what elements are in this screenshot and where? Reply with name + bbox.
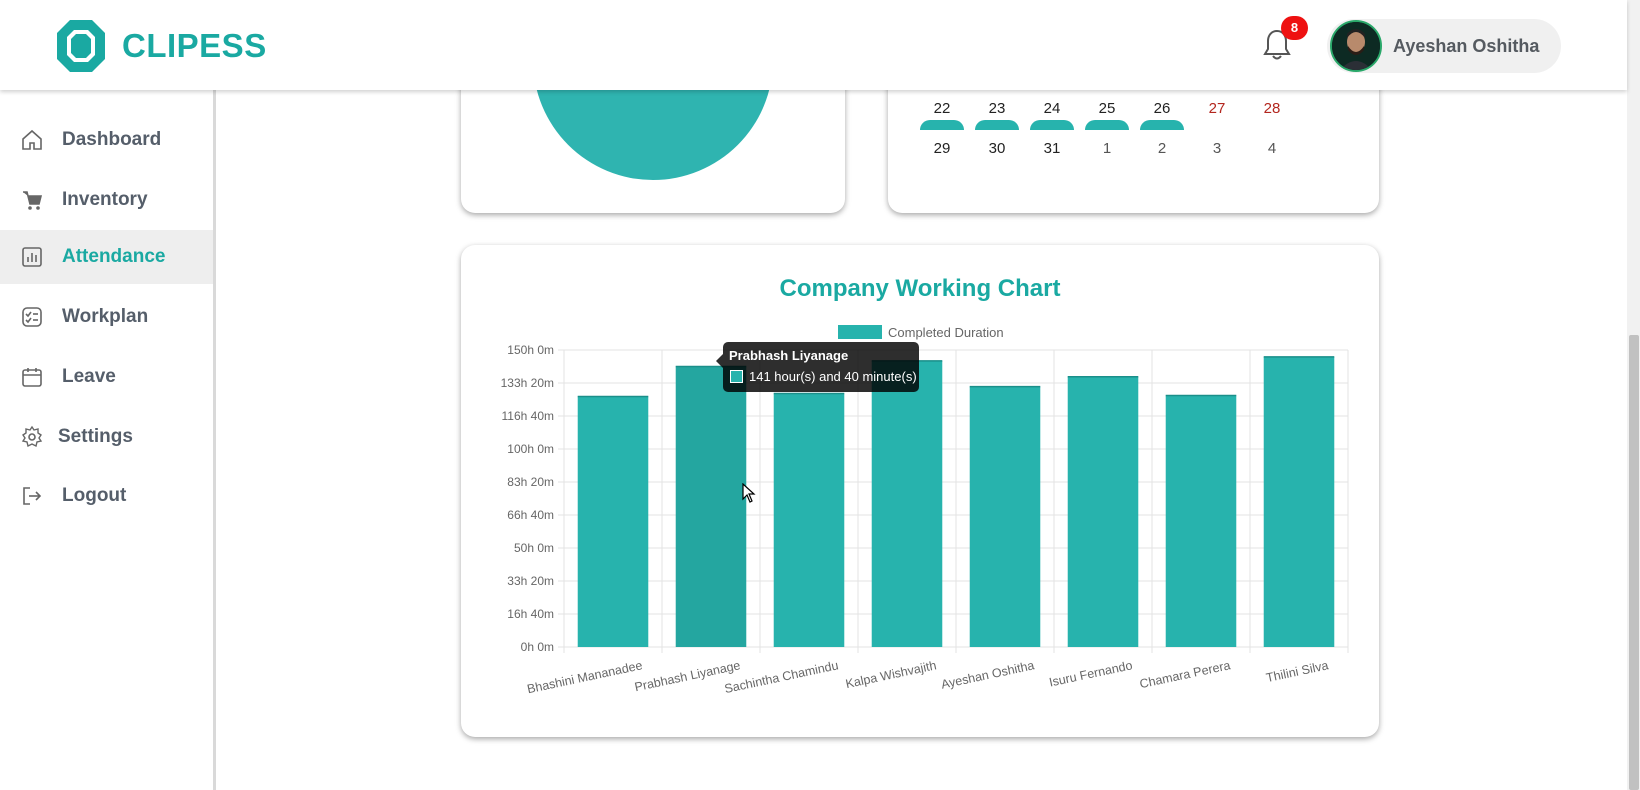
y-tick-label: 133h 20m xyxy=(501,376,554,390)
sidebar-item-inventory[interactable]: Inventory xyxy=(0,173,213,227)
bar[interactable] xyxy=(1263,356,1335,647)
bar-chart: 0h 0m 16h 40m 33h 20m 50h 0m 66h 40m 83h 20m 1… xyxy=(501,343,1349,696)
y-tick-label: 66h 40m xyxy=(507,508,554,522)
calendar-icon xyxy=(22,368,42,387)
calendar-day[interactable]: 26 xyxy=(1137,100,1187,117)
avatar xyxy=(1330,20,1382,72)
attendance-marker xyxy=(920,120,964,130)
bar[interactable] xyxy=(871,360,943,647)
y-tick-label: 16h 40m xyxy=(507,607,554,621)
x-tick-label: Chamara Perera xyxy=(1138,658,1231,691)
bar[interactable] xyxy=(675,366,747,647)
calendar-day[interactable]: 1 xyxy=(1082,140,1132,157)
sidebar-item-dashboard[interactable]: Dashboard xyxy=(0,113,213,167)
scrollbar-thumb[interactable] xyxy=(1629,335,1639,790)
home-icon xyxy=(22,129,42,150)
logout-icon xyxy=(23,487,42,505)
sidebar-item-workplan[interactable]: Workplan xyxy=(0,290,213,344)
sidebar-item-leave[interactable]: Leave xyxy=(0,350,213,404)
y-tick-label: 50h 0m xyxy=(514,541,554,555)
y-tick-label: 33h 20m xyxy=(507,574,554,588)
bar[interactable] xyxy=(773,393,845,647)
checklist-icon xyxy=(22,307,42,327)
bar[interactable] xyxy=(1067,376,1139,647)
calendar-day[interactable]: 4 xyxy=(1247,140,1297,157)
x-tick-label: Thilini Silva xyxy=(1265,658,1330,685)
user-profile-button[interactable]: Ayeshan Oshitha xyxy=(1327,19,1561,73)
y-tick-label: 150h 0m xyxy=(507,343,554,357)
calendar-day[interactable]: 23 xyxy=(972,100,1022,117)
calendar-day[interactable]: 25 xyxy=(1082,100,1132,117)
calendar-day[interactable]: 2 xyxy=(1137,140,1187,157)
x-tick-label: Kalpa Wishvajith xyxy=(844,658,937,691)
calendar-day[interactable]: 28 xyxy=(1247,100,1297,117)
x-tick-label: Sachintha Chamindu xyxy=(723,658,839,696)
bar-chart-icon xyxy=(22,247,42,267)
y-tick-label: 0h 0m xyxy=(521,640,554,654)
logo-text[interactable]: CLIPESS xyxy=(122,27,267,65)
attendance-marker xyxy=(1030,120,1074,130)
tooltip-value: 141 hour(s) and 40 minute(s) xyxy=(749,369,917,384)
sidebar-item-label: Settings xyxy=(58,426,133,447)
calendar-day[interactable]: 30 xyxy=(972,140,1022,157)
calendar-day[interactable]: 29 xyxy=(917,140,967,157)
calendar-day[interactable]: 31 xyxy=(1027,140,1077,157)
calendar-day[interactable]: 22 xyxy=(917,100,967,117)
gear-icon xyxy=(21,425,43,448)
bar[interactable] xyxy=(1165,395,1237,647)
attendance-marker xyxy=(1085,120,1129,130)
sidebar-item-label: Dashboard xyxy=(62,129,162,150)
chart-tooltip: Prabhash Liyanage 141 hour(s) and 40 min… xyxy=(716,342,919,392)
sidebar-item-attendance[interactable]: Attendance xyxy=(0,230,213,284)
calendar-day[interactable]: 27 xyxy=(1192,100,1242,117)
sidebar-item-label: Inventory xyxy=(62,189,148,210)
user-name: Ayeshan Oshitha xyxy=(1393,36,1540,56)
attendance-marker xyxy=(1140,120,1184,130)
calendar-day[interactable]: 3 xyxy=(1192,140,1242,157)
sidebar: Dashboard Inventory Attendance Workplan … xyxy=(0,90,216,790)
attendance-marker xyxy=(975,120,1019,130)
x-tick-label: Isuru Fernando xyxy=(1048,658,1134,689)
mouse-cursor-icon xyxy=(742,483,756,503)
tooltip-swatch xyxy=(730,370,743,383)
top-bar: CLIPESS 8 Ayeshan Oshitha xyxy=(0,0,1627,90)
x-tick-label: Ayeshan Oshitha xyxy=(940,658,1036,691)
calendar-day[interactable]: 24 xyxy=(1027,100,1077,117)
y-tick-label: 83h 20m xyxy=(507,475,554,489)
sidebar-item-label: Logout xyxy=(62,485,127,506)
company-working-chart-card: Company Working Chart Completed Duration… xyxy=(461,245,1379,737)
tooltip-title: Prabhash Liyanage xyxy=(729,348,849,363)
y-tick-label: 116h 40m xyxy=(502,409,554,423)
x-tick-label: Bhashini Mananadee xyxy=(526,658,644,696)
sidebar-item-label: Workplan xyxy=(62,306,149,327)
notification-badge: 8 xyxy=(1281,16,1308,40)
bar[interactable] xyxy=(969,386,1041,647)
sidebar-item-label: Leave xyxy=(62,366,116,387)
cart-icon xyxy=(23,191,43,210)
sidebar-item-settings[interactable]: Settings xyxy=(0,410,213,464)
octagon-logo-icon[interactable] xyxy=(55,18,107,74)
sidebar-item-label: Attendance xyxy=(62,246,166,267)
sidebar-item-logout[interactable]: Logout xyxy=(0,469,213,523)
bar[interactable] xyxy=(577,396,649,647)
y-tick-label: 100h 0m xyxy=(507,442,554,456)
